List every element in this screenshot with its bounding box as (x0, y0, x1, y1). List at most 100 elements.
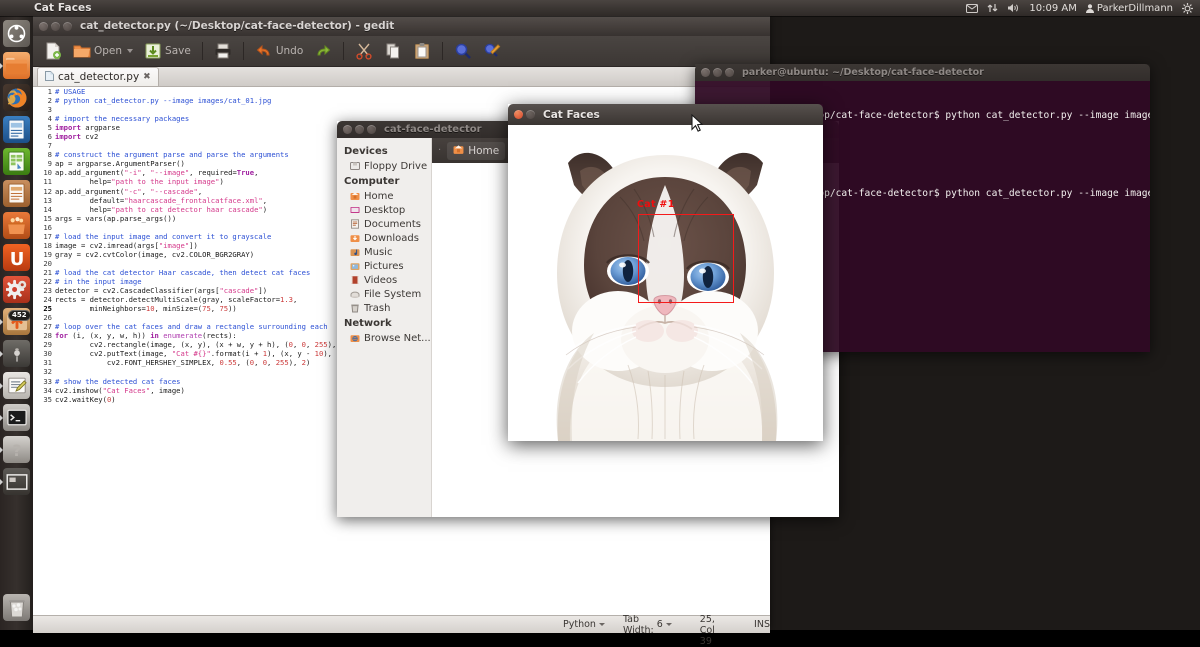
launcher-item-libreoffice-impress[interactable] (3, 180, 30, 207)
volume-icon[interactable] (1007, 3, 1020, 13)
status-tab-width-value: 6 (657, 619, 663, 630)
paste-button[interactable] (409, 40, 435, 62)
close-icon[interactable] (39, 22, 48, 31)
launcher-item-ubuntu-one[interactable]: U (3, 244, 30, 271)
unity-launcher[interactable]: U 452? (0, 16, 33, 630)
launcher-item-firefox[interactable] (3, 84, 30, 111)
gedit-titlebar[interactable]: cat_detector.py (~/Desktop/cat-face-dete… (33, 16, 770, 36)
find-button[interactable] (450, 40, 476, 62)
status-language[interactable]: Python (563, 619, 605, 630)
print-button[interactable] (210, 40, 236, 62)
copy-button[interactable] (380, 40, 406, 62)
close-tab-icon[interactable]: ✖ (143, 72, 151, 82)
status-tab-width[interactable]: Tab Width: 6 (623, 614, 672, 636)
launcher-item-libreoffice-calc[interactable] (3, 148, 30, 175)
cut-button[interactable] (351, 40, 377, 62)
line-number: 18 (33, 241, 52, 250)
top-panel[interactable]: Cat Faces 10:09 AM ParkerDillmann (0, 0, 1200, 16)
redo-button[interactable] (310, 40, 336, 62)
sidebar-item-label: Documents (364, 219, 421, 230)
launcher-item-help[interactable]: ? (3, 436, 30, 463)
sidebar-item-pictures[interactable]: Pictures (337, 259, 431, 273)
close-icon[interactable] (343, 125, 352, 134)
terminal-window-buttons[interactable] (695, 68, 734, 77)
line-number: 21 (33, 268, 52, 277)
cat-image-canvas[interactable]: Cat #1 (508, 125, 823, 441)
new-document-button[interactable] (40, 40, 66, 62)
indicator-area[interactable]: 10:09 AM ParkerDillmann (966, 3, 1200, 14)
sidebar-item-documents[interactable]: Documents (337, 217, 431, 231)
launcher-item-files[interactable] (3, 52, 30, 79)
open-folder-icon (73, 42, 91, 60)
launcher-item-text-editor[interactable] (3, 372, 30, 399)
sidebar-item-trash[interactable]: Trash (337, 301, 431, 315)
minimize-icon[interactable] (526, 110, 535, 119)
launcher-item-ubuntu-software[interactable] (3, 212, 30, 239)
undo-button[interactable]: Undo (251, 40, 307, 62)
maximize-icon[interactable] (725, 68, 734, 77)
code-token: "Cat #{}" (172, 349, 211, 358)
sidebar-item-home[interactable]: Home (337, 189, 431, 203)
line-number: 6 (33, 132, 52, 141)
code-line[interactable]: # USAGE (55, 87, 770, 96)
print-icon (214, 42, 232, 60)
launcher-item-screenshot[interactable] (3, 340, 30, 367)
gedit-window-buttons[interactable] (33, 22, 72, 31)
launcher-item-libreoffice-writer[interactable] (3, 116, 30, 143)
sidebar-item-videos[interactable]: Videos (337, 273, 431, 287)
maximize-icon[interactable] (367, 125, 376, 134)
close-icon[interactable] (514, 110, 523, 119)
sidebar-item-desktop[interactable]: Desktop (337, 203, 431, 217)
mail-icon[interactable] (966, 4, 978, 13)
sidebar-item-downloads[interactable]: Downloads (337, 231, 431, 245)
launcher-item-trash[interactable] (3, 594, 30, 621)
sidebar-item-browse-net[interactable]: Browse Net... (337, 331, 431, 345)
file-manager-sidebar[interactable]: DevicesFloppy DriveComputerHomeDesktopDo… (337, 138, 432, 517)
clock[interactable]: 10:09 AM (1029, 3, 1076, 14)
minimize-icon[interactable] (355, 125, 364, 134)
sidebar-item-floppy-drive[interactable]: Floppy Drive (337, 159, 431, 173)
code-token: 75 (219, 304, 228, 313)
breadcrumb-button-home[interactable]: Home (447, 142, 505, 160)
minimize-icon[interactable] (713, 68, 722, 77)
replace-button[interactable] (479, 40, 505, 62)
launcher-item-software-updater[interactable]: 452 (3, 308, 30, 335)
sidebar-item-file-system[interactable]: File System (337, 287, 431, 301)
maximize-icon[interactable] (63, 22, 72, 31)
code-token: (i, (x, y, w, h)) (68, 331, 150, 340)
trash-icon (3, 594, 30, 621)
cat-faces-window[interactable]: Cat Faces (508, 104, 823, 441)
code-token: 1.3 (280, 295, 293, 304)
breadcrumb-overflow-icon[interactable]: · (438, 145, 441, 156)
code-token: (rects): (202, 331, 237, 340)
gedit-tab-cat-detector[interactable]: cat_detector.py ✖ (37, 67, 159, 86)
chevron-down-icon[interactable] (127, 49, 133, 53)
code-token: # USAGE (55, 87, 85, 96)
sidebar-item-music[interactable]: Music (337, 245, 431, 259)
chevron-down-icon[interactable] (666, 623, 672, 626)
launcher-item-workspace-switcher[interactable] (3, 468, 30, 495)
code-token: , (306, 340, 315, 349)
cat-faces-title-text: Cat Faces (535, 109, 823, 121)
libreoffice-impress-icon (3, 180, 30, 207)
save-button[interactable]: Save (140, 40, 195, 62)
gear-icon[interactable] (1182, 3, 1193, 14)
terminal-titlebar[interactable]: parker@ubuntu: ~/Desktop/cat-face-detect… (695, 64, 1150, 81)
cat-faces-titlebar[interactable]: Cat Faces (508, 104, 823, 125)
launcher-item-terminal[interactable] (3, 404, 30, 431)
minimize-icon[interactable] (51, 22, 60, 31)
user-menu[interactable]: ParkerDillmann (1086, 3, 1173, 14)
code-token: args = vars(ap.parse_args()) (55, 214, 176, 223)
chevron-down-icon[interactable] (599, 623, 605, 626)
cat-faces-window-buttons[interactable] (508, 110, 535, 119)
launcher-item-ubuntu-dash[interactable] (3, 20, 30, 47)
line-number: 31 (33, 358, 52, 367)
close-icon[interactable] (701, 68, 710, 77)
gedit-toolbar[interactable]: Open Save Undo (33, 36, 770, 67)
open-button[interactable]: Open (69, 40, 137, 62)
sidebar-item-label: Music (364, 247, 392, 258)
file-manager-window-buttons[interactable] (337, 125, 376, 134)
launcher-item-system-settings[interactable] (3, 276, 30, 303)
network-icon[interactable] (987, 3, 998, 13)
gedit-tabbar[interactable]: cat_detector.py ✖ (33, 67, 770, 87)
